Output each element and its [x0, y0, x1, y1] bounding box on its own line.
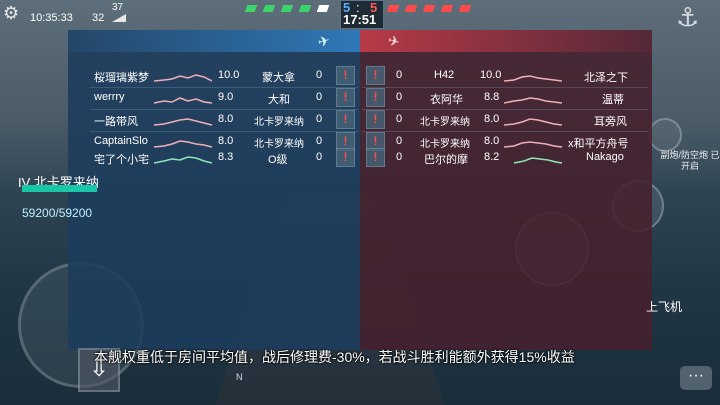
- damage-sparkline: [154, 97, 212, 104]
- report-button[interactable]: !: [366, 148, 385, 167]
- ship-rating: 8.0: [484, 113, 500, 125]
- damage-sparkline: [154, 118, 212, 126]
- blue-player-row: werrry 9.0 大和 0 !: [90, 88, 358, 108]
- compass-label: N: [236, 372, 243, 382]
- secondary-gun-button[interactable]: [648, 118, 682, 152]
- blue-player-row: 桜瑠璃紫梦 10.0 蒙大拿 0 !: [90, 66, 358, 86]
- blue-player-row: 宅了个小宅 8.3 O级 0 !: [90, 148, 358, 168]
- player-score: 0: [396, 113, 403, 125]
- repair-cost-notice: 本舰权重低于房间平均值，战后修理费-30%，若战斗胜利能额外获得15%收益: [94, 349, 575, 365]
- player-score: 0: [316, 69, 323, 81]
- signal-icon: [112, 14, 126, 22]
- row-divider: [362, 131, 648, 132]
- damage-sparkline: [154, 156, 212, 164]
- row-divider: [90, 87, 358, 88]
- blue-player-row: 一路带风 8.0 北卡罗来纳 0 !: [90, 110, 358, 130]
- report-button[interactable]: !: [336, 148, 355, 167]
- report-button[interactable]: !: [336, 66, 355, 85]
- ship-name: O级: [268, 154, 288, 166]
- red-player-row: ! 0 衣阿华 8.8 温蒂: [362, 88, 648, 108]
- damage-sparkline: [504, 118, 562, 126]
- ship-name: 巴尔的摩: [424, 154, 468, 166]
- player-score: 0: [396, 135, 403, 147]
- ping-value: 32: [92, 12, 105, 24]
- ship-rating: 8.0: [484, 135, 500, 147]
- row-divider: [362, 87, 648, 88]
- player-score: 0: [316, 91, 323, 103]
- player-name: Nakago: [586, 151, 624, 163]
- player-name: 耳旁风: [594, 116, 627, 128]
- blue-team-header: [68, 30, 360, 52]
- report-button[interactable]: !: [366, 66, 385, 85]
- settings-gear-icon[interactable]: ⚙: [3, 3, 23, 23]
- ship-name: 北卡罗来纳: [420, 117, 470, 128]
- match-timer: 17:51: [343, 12, 377, 27]
- damage-sparkline: [154, 140, 212, 148]
- launch-aircraft-label[interactable]: 上飞机: [646, 298, 682, 315]
- ship-rating: 8.0: [218, 135, 234, 147]
- row-divider: [90, 131, 358, 132]
- ship-rating: 8.3: [218, 151, 234, 163]
- red-team-flags: [386, 0, 478, 14]
- damage-sparkline: [514, 157, 562, 164]
- ship-rating: 8.8: [484, 91, 500, 103]
- player-name: werrry: [94, 91, 125, 103]
- chat-icon[interactable]: ···: [680, 366, 712, 390]
- row-divider: [90, 109, 358, 110]
- ship-rating: 10.0: [218, 69, 240, 81]
- player-name: 桜瑠璃紫梦: [94, 72, 149, 84]
- red-player-row: ! 0 巴尔的摩 8.2 Nakago: [362, 148, 648, 168]
- damage-sparkline: [504, 75, 562, 82]
- ship-rating: 8.2: [484, 151, 500, 163]
- row-divider: [362, 109, 648, 110]
- player-score: 0: [316, 113, 323, 125]
- ship-rating: 8.0: [218, 113, 234, 125]
- player-name: 宅了个小宅: [94, 154, 149, 166]
- hp-bar: [22, 185, 97, 192]
- damage-sparkline: [504, 97, 562, 104]
- report-button[interactable]: !: [366, 110, 385, 129]
- ship-name: 蒙大拿: [262, 72, 295, 84]
- red-player-row: ! 0 H42 10.0 北泽之下: [362, 66, 648, 86]
- player-name: 一路带风: [94, 116, 138, 128]
- ship-name: 大和: [268, 94, 290, 106]
- player-name: CaptainSlo: [94, 135, 148, 147]
- player-name: 北泽之下: [584, 72, 628, 84]
- blue-team-flags: [244, 0, 336, 14]
- ship-name: H42: [434, 69, 455, 81]
- player-score: 0: [396, 91, 403, 103]
- player-score: 0: [396, 69, 403, 81]
- report-button[interactable]: !: [336, 110, 355, 129]
- report-button[interactable]: !: [336, 88, 355, 107]
- ship-rating: 10.0: [480, 69, 502, 81]
- report-button[interactable]: !: [366, 88, 385, 107]
- damage-sparkline: [504, 141, 562, 148]
- ship-rating: 9.0: [218, 91, 234, 103]
- player-score: 0: [396, 151, 403, 163]
- red-team-header: [360, 30, 652, 52]
- player-score: 0: [316, 135, 323, 147]
- player-score: 0: [316, 151, 323, 163]
- damage-sparkline: [154, 74, 212, 82]
- player-name: 温蒂: [602, 94, 624, 106]
- secondary-gun-status: 副炮/防空炮 已开启: [660, 150, 720, 171]
- anchor-icon[interactable]: ⚓: [676, 2, 699, 33]
- ship-name: 北卡罗来纳: [254, 117, 304, 128]
- red-player-row: ! 0 北卡罗来纳 8.0 耳旁风: [362, 110, 648, 130]
- fps-value: 37: [112, 2, 124, 13]
- ship-name: 衣阿华: [430, 94, 463, 106]
- hp-text: 59200/59200: [22, 206, 93, 220]
- clock-time: 10:35:33: [30, 12, 73, 24]
